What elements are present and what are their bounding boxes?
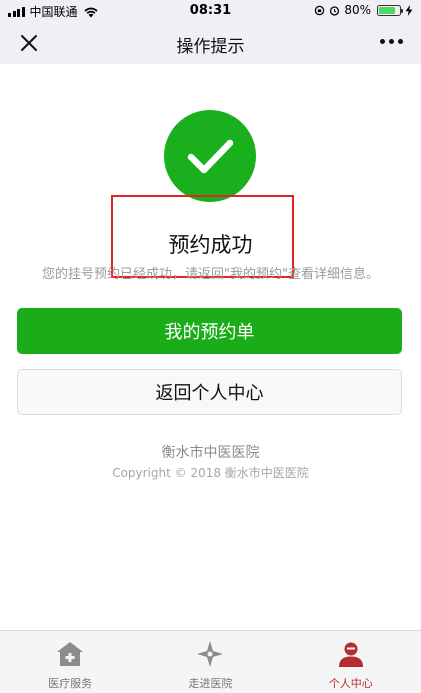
status-right: 80% [314,3,413,17]
copyright-text: Copyright © 2018 衡水市中医医院 [112,466,309,480]
main-content: 预约成功 您的挂号预约已经成功，请返回"我的预约"查看详细信息。 我的预约单 返… [0,64,421,630]
more-icon[interactable] [378,35,405,48]
tab-label: 个人中心 [328,677,373,690]
rotation-lock-icon [315,5,325,15]
user-icon [338,642,363,667]
my-appointments-button[interactable]: 我的预约单 [17,308,402,354]
compass-icon [197,641,224,667]
tab-label: 医疗服务 [48,677,93,690]
tab-bar: 医疗服务 走进医院 个人中心 [0,630,421,693]
nav-bar: 操作提示 [0,22,421,64]
tab-label: 走进医院 [188,677,233,690]
charging-icon [405,4,413,16]
hospital-name: 衡水市中医医院 [161,445,260,461]
battery-level [379,6,395,14]
hospital-icon [57,642,84,666]
tab-about-hospital[interactable]: 走进医院 [140,631,280,693]
tab-medical-services[interactable]: 医疗服务 [0,631,140,693]
tab-personal-center[interactable]: 个人中心 [281,631,421,693]
status-bar: 中国联通 08:31 80% [0,0,421,22]
battery-icon [377,4,403,16]
back-to-profile-button[interactable]: 返回个人中心 [17,369,402,415]
alarm-icon [330,5,340,16]
result-description: 您的挂号预约已经成功，请返回"我的预约"查看详细信息。 [42,267,379,282]
checkmark-icon [164,110,256,202]
page-title: 操作提示 [176,37,245,57]
battery-percent: 80% [344,3,371,17]
